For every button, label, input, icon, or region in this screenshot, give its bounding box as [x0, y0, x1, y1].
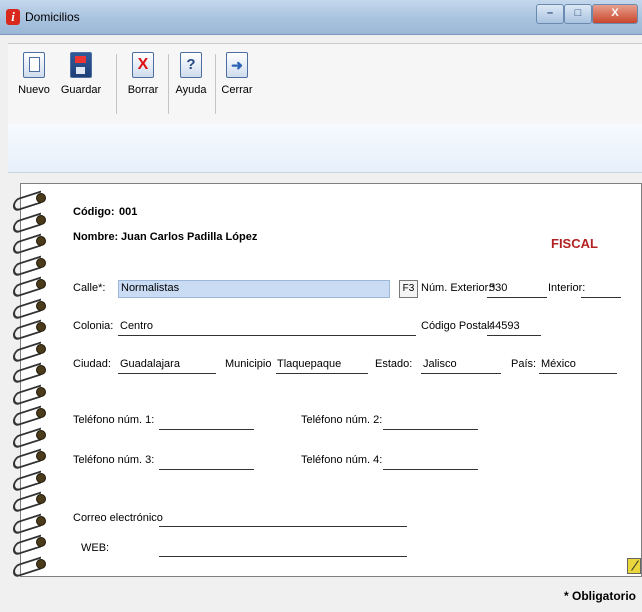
nuevo-button[interactable]: Nuevo: [14, 52, 54, 96]
num-exterior-value: 530: [489, 282, 508, 294]
cerrar-label: Cerrar: [221, 84, 253, 96]
window-title: Domicilios: [25, 10, 80, 24]
toolbar: Nuevo Guardar X Borrar ? Ayuda ➜ Cerrar: [8, 43, 642, 125]
guardar-button[interactable]: Guardar: [56, 52, 106, 96]
nombre-label: Nombre:: [73, 231, 119, 243]
cerrar-button[interactable]: ➜ Cerrar: [217, 52, 257, 96]
spiral-binding: [11, 184, 51, 579]
correo-field[interactable]: [159, 526, 407, 527]
estado-value: Jalisco: [423, 358, 457, 370]
colonia-field[interactable]: [118, 335, 416, 336]
calle-value: Normalistas: [121, 282, 180, 294]
telefono-4-label: Teléfono núm. 4:: [301, 454, 383, 466]
colonia-value: Centro: [120, 320, 154, 332]
spiral-ring: [11, 469, 51, 493]
telefono-3-label: Teléfono núm. 3:: [73, 454, 155, 466]
pais-label: País:: [511, 358, 537, 370]
telefono-3-field[interactable]: [159, 469, 254, 470]
telefono-4-field[interactable]: [383, 469, 478, 470]
spiral-ring: [11, 426, 51, 450]
spiral-ring: [11, 534, 51, 557]
spiral-ring: [11, 190, 51, 213]
toolbar-separator: [215, 54, 216, 114]
colonia-label: Colonia:: [73, 320, 114, 332]
new-document-icon: [23, 52, 45, 78]
codigo-postal-value: 44593: [489, 320, 520, 332]
spiral-ring: [11, 512, 51, 536]
delete-icon: X: [132, 52, 154, 78]
codigo-postal-field[interactable]: [487, 335, 541, 336]
help-icon: ?: [180, 52, 202, 78]
ciudad-label: Ciudad:: [73, 358, 111, 370]
municipio-label: Municipio: [225, 358, 272, 370]
nombre-value: Juan Carlos Padilla López: [121, 231, 258, 243]
pais-field[interactable]: [539, 373, 617, 374]
ayuda-label: Ayuda: [175, 84, 207, 96]
spiral-ring: [11, 319, 51, 342]
address-card: Código: 001 Nombre: Juan Carlos Padilla …: [13, 183, 642, 579]
codigo-value: 001: [119, 206, 138, 218]
info-strip: [8, 124, 642, 173]
f3-lookup-button[interactable]: F3: [399, 280, 418, 298]
web-field[interactable]: [159, 556, 407, 557]
ayuda-button[interactable]: ? Ayuda: [171, 52, 211, 96]
interior-label: Interior:: [548, 282, 586, 294]
maximize-button[interactable]: □: [564, 4, 592, 24]
num-exterior-field[interactable]: [487, 297, 547, 298]
spiral-ring: [11, 254, 51, 278]
pais-value: México: [541, 358, 576, 370]
municipio-value: Tlaquepaque: [277, 358, 342, 370]
window-controls: – □ X: [536, 4, 638, 24]
spiral-ring: [11, 383, 51, 407]
close-window-button[interactable]: X: [592, 4, 638, 24]
save-icon: [70, 52, 92, 78]
edit-pencil-button[interactable]: [627, 558, 641, 574]
toolbar-separator: [168, 54, 169, 114]
ciudad-field[interactable]: [118, 373, 216, 374]
spiral-ring: [11, 276, 51, 299]
telefono-1-label: Teléfono núm. 1:: [73, 414, 155, 426]
spiral-ring: [11, 448, 51, 471]
spiral-ring: [11, 405, 51, 428]
ciudad-value: Guadalajara: [120, 358, 180, 370]
spiral-ring: [11, 297, 51, 321]
toolbar-separator: [116, 54, 117, 114]
calle-label: Calle*:: [73, 282, 106, 294]
telefono-1-field[interactable]: [159, 429, 254, 430]
spiral-ring: [11, 233, 51, 256]
estado-field[interactable]: [421, 373, 501, 374]
exit-icon: ➜: [226, 52, 248, 78]
address-type-badge: FISCAL: [551, 236, 598, 251]
borrar-button[interactable]: X Borrar: [123, 52, 163, 96]
borrar-label: Borrar: [127, 84, 159, 96]
guardar-label: Guardar: [60, 84, 102, 96]
telefono-2-label: Teléfono núm. 2:: [301, 414, 383, 426]
nuevo-label: Nuevo: [18, 84, 50, 96]
web-label: WEB:: [81, 542, 110, 554]
correo-label: Correo electrónico: [73, 512, 163, 524]
calle-input[interactable]: Normalistas: [118, 280, 390, 298]
telefono-2-field[interactable]: [383, 429, 478, 430]
spiral-ring: [11, 362, 51, 385]
spiral-ring: [11, 555, 51, 579]
codigo-label: Código:: [73, 206, 115, 218]
codigo-postal-label: Código Postal:: [421, 320, 493, 332]
spiral-ring: [11, 491, 51, 514]
municipio-field[interactable]: [276, 373, 368, 374]
required-note: * Obligatorio: [564, 589, 636, 603]
interior-field[interactable]: [581, 297, 621, 298]
spiral-ring: [11, 211, 51, 235]
title-bar: i Domicilios – □ X: [0, 0, 642, 35]
app-icon: i: [6, 9, 20, 25]
estado-label: Estado:: [375, 358, 413, 370]
minimize-button[interactable]: –: [536, 4, 564, 24]
spiral-ring: [11, 340, 51, 364]
num-exterior-label: Núm. Exterior:*: [421, 282, 496, 294]
